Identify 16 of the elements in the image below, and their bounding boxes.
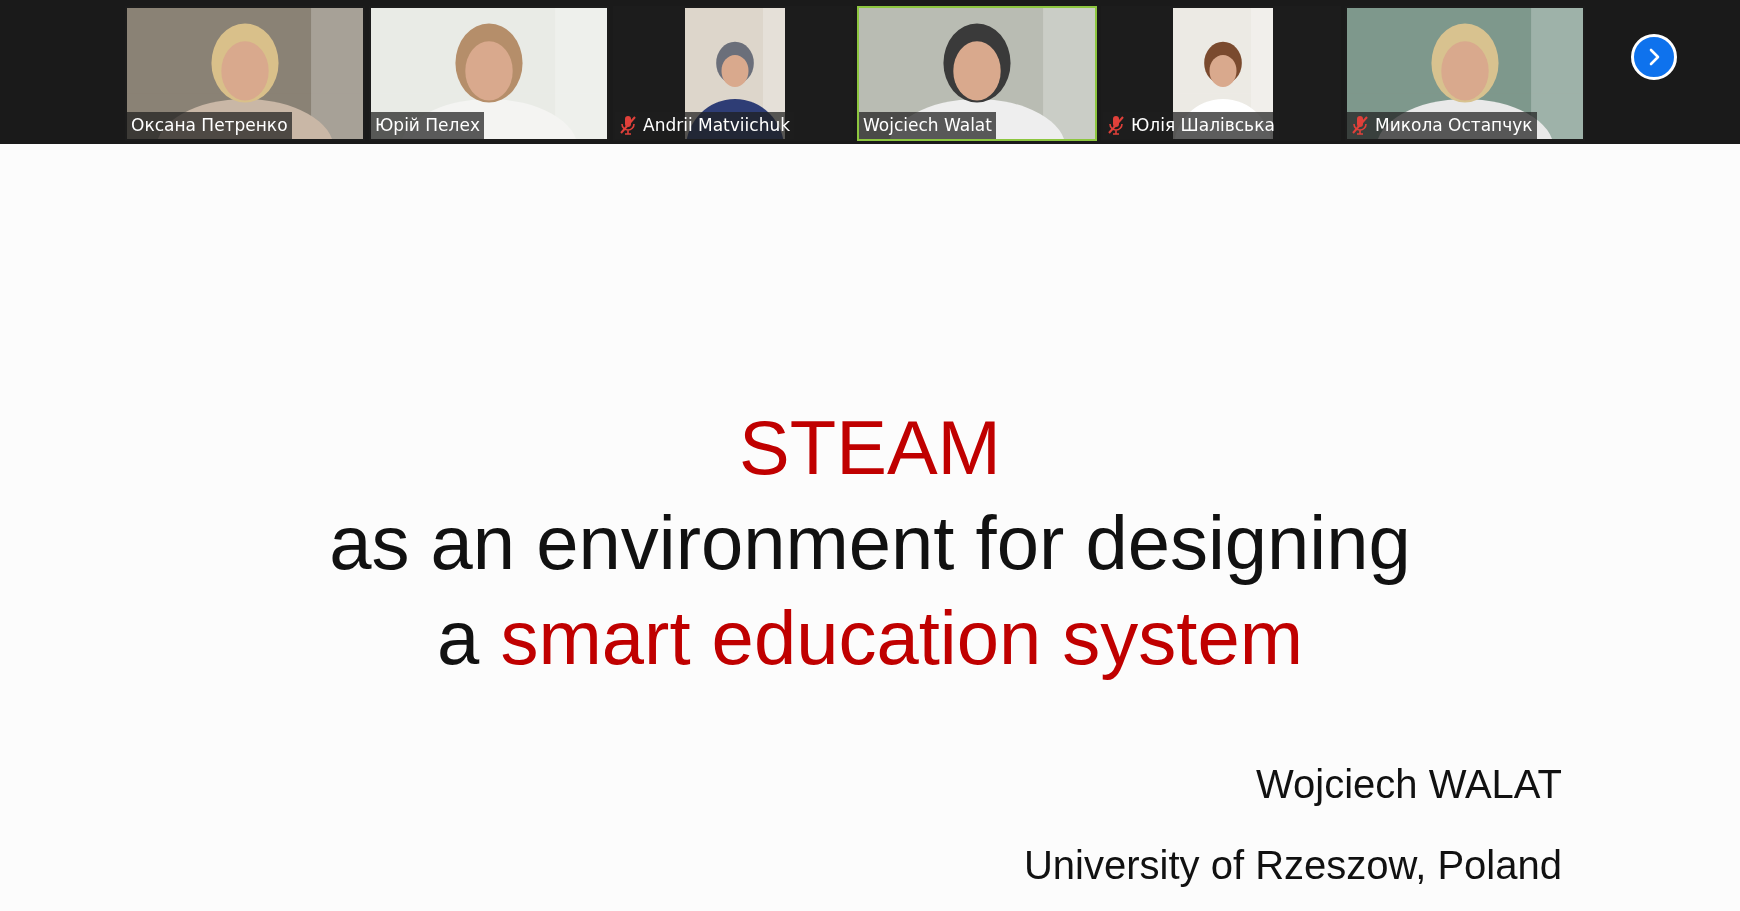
affiliation-text: University of Rzeszow, Poland — [1023, 842, 1563, 889]
title-line: STEAM — [738, 404, 1002, 492]
participant-name: Юлія Шалівська — [1131, 113, 1275, 137]
next-page-button[interactable] — [1631, 34, 1677, 80]
title-line: a smart education system — [435, 594, 1305, 682]
participant-name: Wojciech Walat — [863, 113, 992, 137]
participant-name: Andrii Matviichuk — [643, 113, 791, 137]
participant-name: Юрій Пелех — [375, 113, 480, 137]
video-tile[interactable]: Wojciech Walat — [857, 6, 1097, 141]
video-tile[interactable]: Оксана Петренко — [125, 6, 365, 141]
participant-name: Оксана Петренко — [131, 113, 288, 137]
video-tile[interactable]: Микола Остапчук — [1345, 6, 1585, 141]
video-tile[interactable]: Юрій Пелех — [369, 6, 609, 141]
author-name: Wojciech WALAT — [1255, 761, 1563, 808]
title-line: as an environment for designing — [328, 499, 1412, 587]
participant-name: Микола Остапчук — [1375, 113, 1533, 137]
